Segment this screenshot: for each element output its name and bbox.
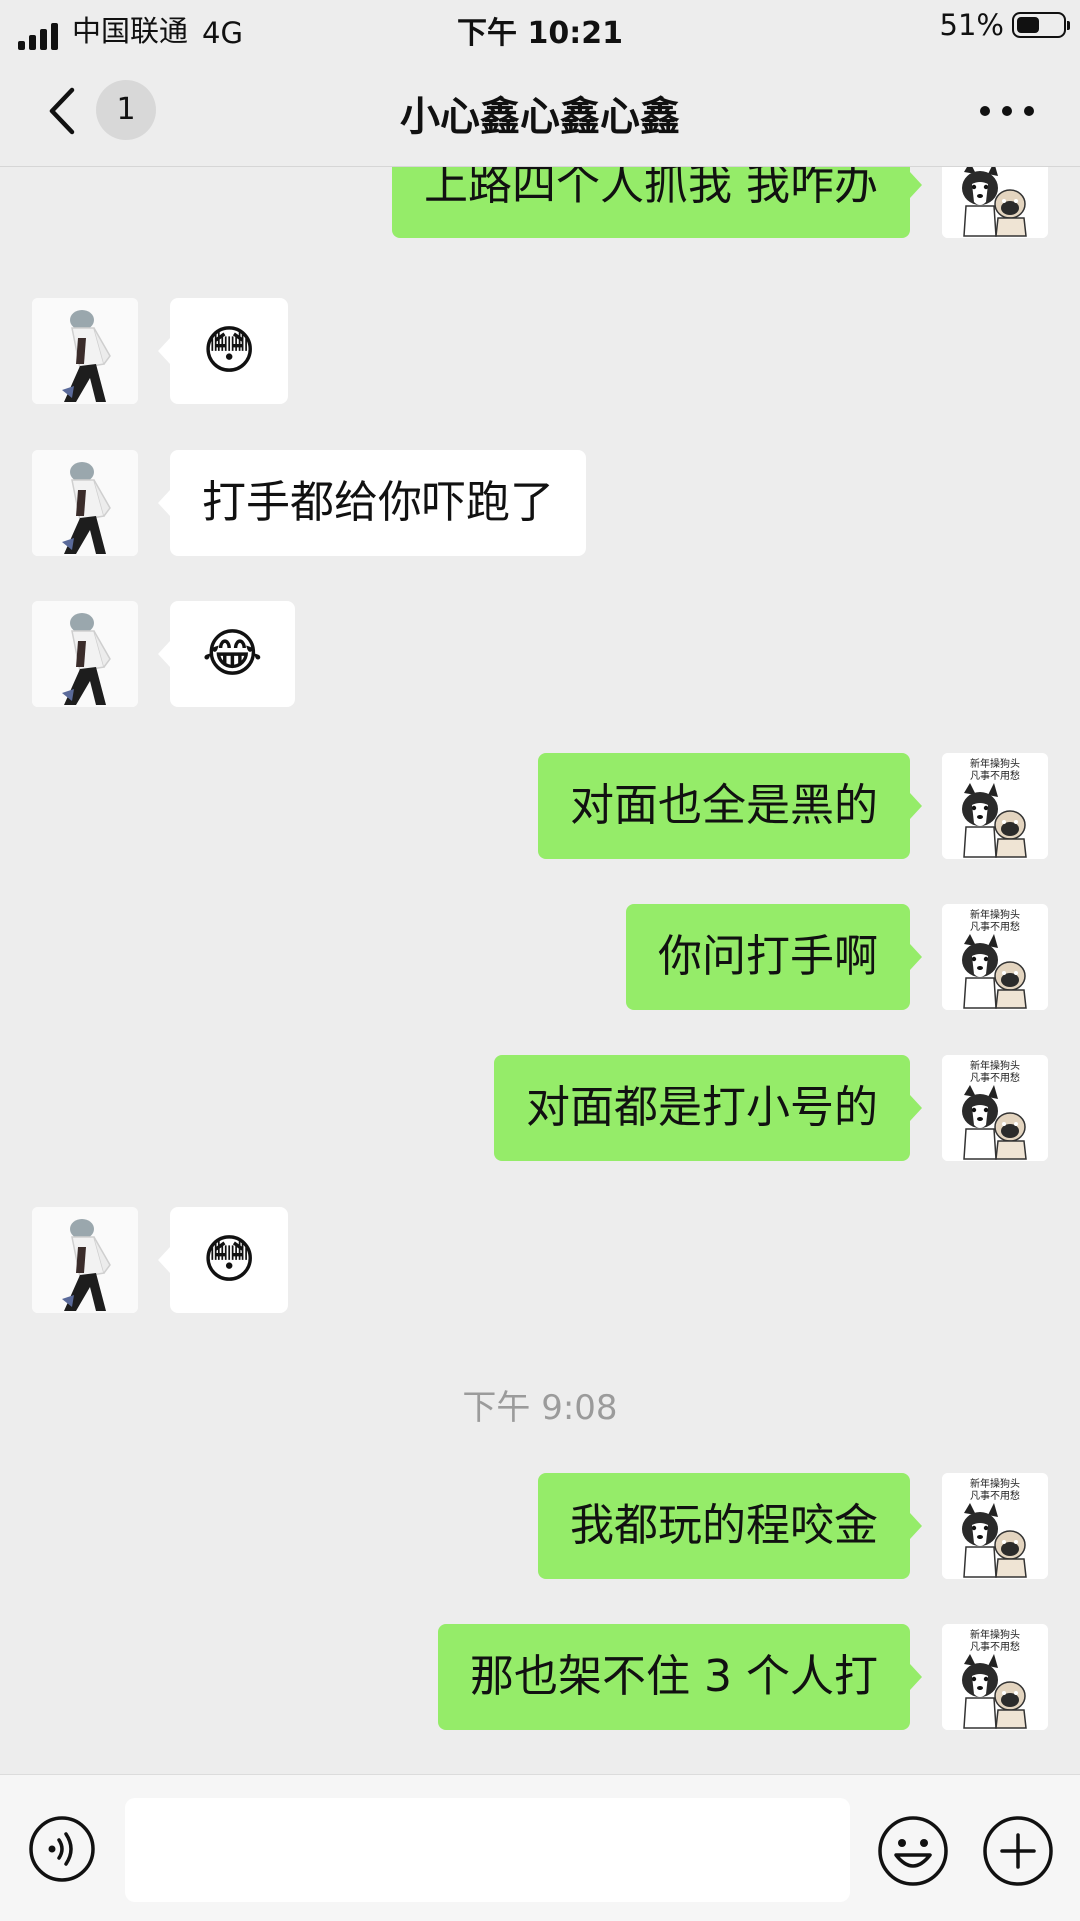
dog-sticker-image: 新年操狗头 凡事不用愁 [942,167,1048,238]
my-avatar[interactable]: 新年操狗头 凡事不用愁 [942,904,1048,1010]
my-avatar[interactable]: 新年操狗头 凡事不用愁 [942,753,1048,859]
svg-text:新年操狗头: 新年操狗头 [970,1628,1020,1641]
chat-title: 小心鑫心鑫心鑫 [400,94,680,140]
timestamp-separator: 下午 9:08 [462,1388,618,1428]
smiley-icon [878,1816,948,1886]
contact-avatar[interactable] [32,298,138,404]
message-outgoing: 对面都是打小号的 新年操狗头 凡事不用愁 [0,1055,1080,1161]
message-bubble[interactable]: 对面也全是黑的 [538,753,922,859]
message-bubble[interactable]: 😳 [157,1207,289,1313]
message-list[interactable]: 上路四个人抓我 我咋办 新年操狗头 凡事不用愁 😳 打手都给你吓跑了 [0,167,1080,1774]
dog-sticker-image: 新年操狗头 凡事不用愁 [942,1055,1048,1161]
more-functions-button[interactable] [982,1815,1054,1887]
message-incoming: 😂 [0,601,1080,707]
dog-sticker-image: 新年操狗头 凡事不用愁 [942,753,1048,859]
person-figure-image [32,450,138,556]
person-figure-image [32,1207,138,1313]
voice-icon [29,1816,95,1882]
message-incoming: 打手都给你吓跑了 [0,450,1080,556]
contact-avatar[interactable] [32,1207,138,1313]
message-bubble[interactable]: 我都玩的程咬金 [538,1473,922,1579]
message-bubble[interactable]: 你问打手啊 [626,904,922,1010]
battery-percent: 51% [939,8,1004,42]
message-bubble[interactable]: 那也架不住 3 个人打 [438,1624,922,1730]
message-bubble[interactable]: 打手都给你吓跑了 [158,450,586,556]
message-outgoing: 你问打手啊 新年操狗头 凡事不用愁 [0,904,1080,1010]
message-input[interactable] [125,1798,850,1902]
dog-sticker-image: 新年操狗头 凡事不用愁 [942,1624,1048,1730]
my-avatar[interactable]: 新年操狗头 凡事不用愁 [942,1473,1048,1579]
emoji-button[interactable] [877,1815,949,1887]
person-figure-image [32,601,138,707]
clock: 下午 10:21 [457,16,623,51]
svg-text:凡事不用愁: 凡事不用愁 [970,1640,1020,1653]
svg-text:新年操狗头: 新年操狗头 [970,908,1020,921]
svg-text:凡事不用愁: 凡事不用愁 [970,769,1020,782]
svg-text:凡事不用愁: 凡事不用愁 [970,1489,1020,1502]
dog-sticker-image: 新年操狗头 凡事不用愁 [942,904,1048,1010]
svg-text:新年操狗头: 新年操狗头 [970,757,1020,770]
battery-icon [1012,12,1070,38]
message-outgoing: 那也架不住 3 个人打 新年操狗头 凡事不用愁 [0,1624,1080,1730]
contact-avatar[interactable] [32,601,138,707]
my-avatar[interactable]: 新年操狗头 凡事不用愁 [942,1624,1048,1730]
svg-text:新年操狗头: 新年操狗头 [970,1059,1020,1072]
svg-text:凡事不用愁: 凡事不用愁 [970,920,1020,933]
status-right: 51% [939,8,1070,42]
status-bar: 中国联通 4G 下午 10:21 51% [0,0,1080,56]
message-bubble[interactable]: 😂 [158,601,295,707]
dog-sticker-image: 新年操狗头 凡事不用愁 [942,1473,1048,1579]
more-dot [1002,106,1012,116]
message-bubble[interactable]: 对面都是打小号的 [494,1055,922,1161]
person-figure-image [32,298,138,404]
chat-header: 1 小心鑫心鑫心鑫 [0,56,1080,167]
contact-avatar[interactable] [32,450,138,556]
plus-circle-icon [983,1816,1053,1886]
message-bubble[interactable]: 上路四个人抓我 我咋办 [392,167,922,238]
message-incoming: 😳 [0,1207,1080,1313]
message-outgoing: 我都玩的程咬金 新年操狗头 凡事不用愁 [0,1473,1080,1579]
more-dot [1024,106,1034,116]
message-outgoing: 对面也全是黑的 新年操狗头 凡事不用愁 [0,753,1080,859]
svg-text:凡事不用愁: 凡事不用愁 [970,1071,1020,1084]
message-outgoing: 上路四个人抓我 我咋办 新年操狗头 凡事不用愁 [0,167,1080,238]
input-toolbar [0,1774,1080,1921]
svg-text:新年操狗头: 新年操狗头 [970,1477,1020,1490]
voice-input-button[interactable] [28,1815,96,1883]
more-options-button[interactable] [980,104,1034,118]
my-avatar[interactable]: 新年操狗头 凡事不用愁 [942,167,1048,238]
message-bubble[interactable]: 😳 [157,298,289,404]
message-incoming: 😳 [0,298,1080,404]
more-dot [980,106,990,116]
my-avatar[interactable]: 新年操狗头 凡事不用愁 [942,1055,1048,1161]
